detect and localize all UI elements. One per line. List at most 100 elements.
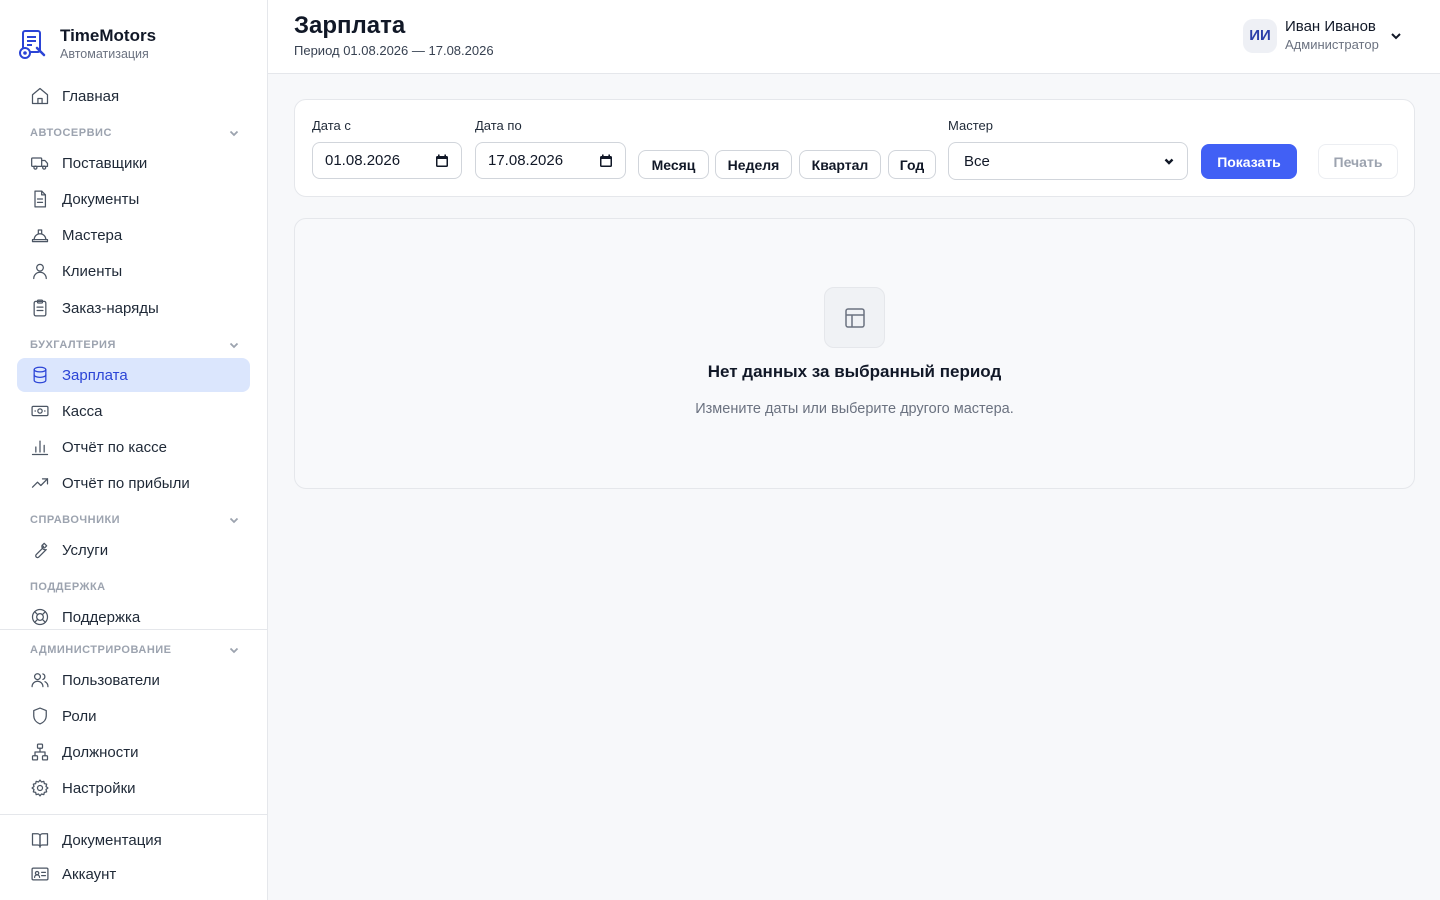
sidebar-item-cash-report[interactable]: Отчёт по кассе — [17, 430, 250, 464]
banknote-icon — [29, 400, 51, 422]
sidebar-item-label: Зарплата — [62, 366, 128, 384]
truck-icon — [29, 152, 51, 174]
sidebar-item-label: Касса — [62, 402, 103, 420]
user-name: Иван Иванов — [1285, 18, 1376, 35]
org-chart-icon — [29, 741, 51, 763]
chevron-down-icon — [229, 647, 239, 654]
sidebar-item-label: Аккаунт — [62, 865, 117, 883]
sidebar-item-home[interactable]: Главная — [17, 79, 250, 113]
book-icon — [29, 829, 51, 851]
sidebar-item-account[interactable]: Аккаунт — [17, 857, 250, 891]
sidebar-item-clients[interactable]: Клиенты — [17, 254, 250, 288]
date-to-value: 17.08.2026 — [488, 152, 564, 169]
sidebar-item-label: Отчёт по кассе — [62, 438, 167, 456]
sidebar-item-work-orders[interactable]: Заказ-наряды — [17, 291, 250, 325]
section-support: ПОДДЕРЖКА — [30, 579, 240, 595]
sidebar-item-label: Настройки — [62, 779, 136, 797]
calendar-icon[interactable] — [435, 154, 449, 168]
trending-up-icon — [29, 472, 51, 494]
hard-hat-icon — [29, 224, 51, 246]
sidebar-item-suppliers[interactable]: Поставщики — [17, 146, 250, 180]
show-button[interactable]: Показать — [1201, 144, 1297, 179]
sidebar-item-label: Отчёт по прибыли — [62, 474, 190, 492]
date-from-input[interactable]: 01.08.2026 — [312, 142, 462, 179]
section-accounting[interactable]: БУХГАЛТЕРИЯ — [30, 337, 240, 353]
brand[interactable]: TimeMotors Автоматизация — [17, 26, 156, 62]
page-period: Период 01.08.2026 — 17.08.2026 — [294, 43, 494, 58]
section-label: СПРАВОЧНИКИ — [30, 514, 121, 526]
chevron-down-icon — [229, 342, 239, 349]
section-label: АВТОСЕРВИС — [30, 127, 112, 139]
sidebar-item-label: Поставщики — [62, 154, 148, 172]
quick-quarter-button[interactable]: Квартал — [799, 150, 881, 179]
section-label: АДМИНИСТРИРОВАНИЕ — [30, 644, 172, 656]
clipboard-icon — [29, 297, 51, 319]
master-select[interactable]: Все — [948, 142, 1188, 180]
wrench-icon — [29, 539, 51, 561]
shield-icon — [29, 705, 51, 727]
id-card-icon — [29, 863, 51, 885]
sidebar-item-services[interactable]: Услуги — [17, 533, 250, 567]
section-label: ПОДДЕРЖКА — [30, 581, 106, 593]
date-to-input[interactable]: 17.08.2026 — [475, 142, 626, 179]
chevron-down-icon — [1391, 32, 1401, 39]
chevron-down-icon — [229, 517, 239, 524]
sidebar-item-label: Услуги — [62, 541, 109, 559]
sidebar-item-label: Клиенты — [62, 262, 123, 280]
user-menu[interactable]: ИИ Иван Иванов Администратор — [1243, 18, 1403, 53]
quick-month-button[interactable]: Месяц — [638, 150, 709, 179]
sidebar-divider — [0, 629, 267, 630]
date-from-label: Дата с — [312, 118, 351, 133]
bar-chart-icon — [29, 436, 51, 458]
sidebar-item-settings[interactable]: Настройки — [17, 771, 250, 805]
page-title: Зарплата — [294, 12, 406, 39]
logo-icon — [19, 30, 46, 59]
avatar: ИИ — [1243, 18, 1277, 53]
section-references[interactable]: СПРАВОЧНИКИ — [30, 512, 240, 528]
user-icon — [29, 260, 51, 282]
sidebar-item-label: Документация — [62, 831, 162, 849]
date-to-label: Дата по — [475, 118, 522, 133]
users-icon — [29, 669, 51, 691]
sidebar-item-positions[interactable]: Должности — [17, 735, 250, 769]
sidebar-item-label: Поддержка — [62, 608, 141, 626]
brand-title: TimeMotors — [60, 26, 157, 45]
sidebar-item-label: Должности — [62, 743, 139, 761]
master-label: Мастер — [948, 118, 993, 133]
home-icon — [29, 85, 51, 107]
sidebar-item-documents[interactable]: Документы — [17, 182, 250, 216]
calendar-icon[interactable] — [599, 154, 613, 168]
sidebar-item-label: Документы — [62, 190, 140, 208]
empty-state: Нет данных за выбранный период Измените … — [294, 218, 1415, 489]
sidebar-item-masters[interactable]: Мастера — [17, 218, 250, 252]
sidebar-item-label: Роли — [62, 707, 97, 725]
sidebar-item-label: Мастера — [62, 226, 123, 244]
sidebar-divider — [0, 814, 267, 815]
section-autoservice[interactable]: АВТОСЕРВИС — [30, 125, 240, 141]
quick-year-button[interactable]: Год — [888, 150, 936, 179]
print-button[interactable]: Печать — [1318, 144, 1398, 179]
sidebar-item-users[interactable]: Пользователи — [17, 663, 250, 697]
sidebar: TimeMotors Автоматизация Главная АВТОСЕР… — [0, 0, 268, 900]
filter-panel: Дата с 01.08.2026 Дата по 17.08.2026 Мес… — [294, 99, 1415, 197]
sidebar-item-label: Главная — [62, 87, 120, 105]
master-select-value: Все — [964, 152, 990, 170]
sidebar-item-profit-report[interactable]: Отчёт по прибыли — [17, 466, 250, 500]
chevron-down-icon — [229, 130, 239, 137]
top-header: Зарплата Период 01.08.2026 — 17.08.2026 … — [268, 0, 1440, 74]
sidebar-item-roles[interactable]: Роли — [17, 699, 250, 733]
sidebar-item-documentation[interactable]: Документация — [17, 823, 250, 857]
document-icon — [29, 188, 51, 210]
quick-week-button[interactable]: Неделя — [715, 150, 792, 179]
section-label: БУХГАЛТЕРИЯ — [30, 339, 116, 351]
sidebar-item-salary[interactable]: Зарплата — [17, 358, 250, 392]
sidebar-item-cashbox[interactable]: Касса — [17, 394, 250, 428]
user-role: Администратор — [1285, 37, 1379, 52]
empty-state-title: Нет данных за выбранный период — [707, 362, 1002, 381]
empty-state-subtitle: Измените даты или выберите другого масте… — [695, 401, 1014, 417]
date-from-value: 01.08.2026 — [325, 152, 401, 169]
section-admin[interactable]: АДМИНИСТРИРОВАНИЕ — [30, 642, 240, 658]
chevron-down-icon — [1164, 158, 1174, 165]
sidebar-item-label: Пользователи — [62, 671, 160, 689]
layout-icon — [824, 287, 885, 348]
